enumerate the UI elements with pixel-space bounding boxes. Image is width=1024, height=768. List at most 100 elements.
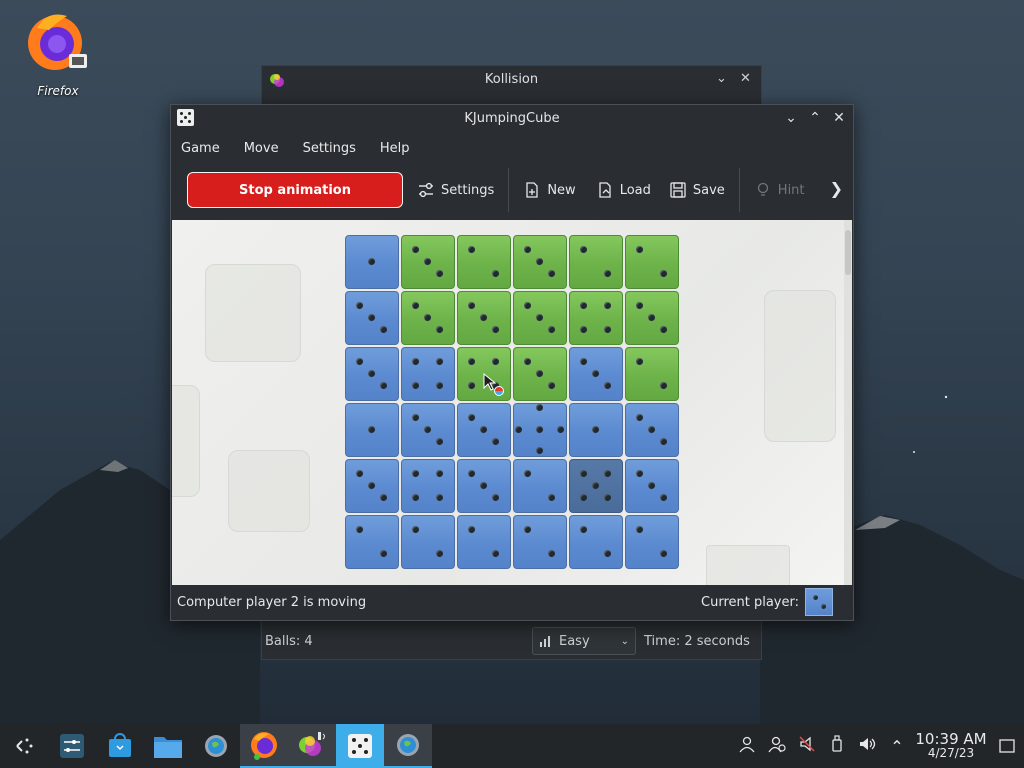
menu-settings[interactable]: Settings: [303, 141, 366, 156]
kjumpingcube-task-icon[interactable]: [336, 724, 384, 768]
current-player-label: Current player:: [701, 594, 799, 610]
cube-r4-c6[interactable]: [625, 403, 679, 457]
pip: [367, 425, 375, 433]
cube-r2-c6[interactable]: [625, 291, 679, 345]
cube-r1-c2[interactable]: [401, 235, 455, 289]
new-button[interactable]: New: [523, 172, 576, 208]
globe-settings-task-icon[interactable]: [384, 724, 432, 768]
scrollbar-thumb[interactable]: [845, 230, 851, 275]
cube-r6-c6[interactable]: [625, 515, 679, 569]
cube-r6-c1[interactable]: [345, 515, 399, 569]
cube-r3-c5[interactable]: [569, 347, 623, 401]
cube-r1-c6[interactable]: [625, 235, 679, 289]
close-icon[interactable]: ✕: [829, 108, 849, 128]
cube-r3-c4[interactable]: [513, 347, 567, 401]
busy-cursor-icon: [483, 372, 504, 396]
show-desktop-icon[interactable]: [990, 739, 1024, 753]
cube-r2-c3[interactable]: [457, 291, 511, 345]
difficulty-select[interactable]: Easy ⌄: [532, 627, 636, 655]
cube-r6-c3[interactable]: [457, 515, 511, 569]
user-icon[interactable]: [732, 735, 762, 757]
close-icon[interactable]: ✕: [740, 71, 751, 86]
cube-r5-c5[interactable]: [569, 459, 623, 513]
pip: [635, 525, 643, 533]
toolbar-separator: [508, 168, 510, 212]
cube-r4-c5[interactable]: [569, 403, 623, 457]
chevron-right-icon[interactable]: ❯: [830, 179, 843, 198]
pip: [479, 313, 487, 321]
pip: [379, 493, 387, 501]
discover-store-icon[interactable]: [96, 724, 144, 768]
stop-animation-button[interactable]: Stop animation: [187, 172, 403, 208]
cube-r6-c4[interactable]: [513, 515, 567, 569]
pip: [491, 549, 499, 557]
cube-r2-c1[interactable]: [345, 291, 399, 345]
game-board[interactable]: [172, 220, 852, 585]
pip: [367, 257, 375, 265]
cube-r4-c3[interactable]: [457, 403, 511, 457]
menu-help[interactable]: Help: [380, 141, 420, 156]
cube-r4-c2[interactable]: [401, 403, 455, 457]
cube-r4-c1[interactable]: [345, 403, 399, 457]
cube-r6-c2[interactable]: [401, 515, 455, 569]
cube-r3-c2[interactable]: [401, 347, 455, 401]
kollision-titlebar[interactable]: Kollision ⌄ ✕: [262, 66, 761, 92]
cube-r5-c3[interactable]: [457, 459, 511, 513]
cube-r5-c6[interactable]: [625, 459, 679, 513]
pip: [479, 425, 487, 433]
chevron-up-icon[interactable]: ⌃: [882, 737, 912, 756]
pip: [411, 413, 419, 421]
pip: [603, 469, 611, 477]
cube-r5-c4[interactable]: [513, 459, 567, 513]
system-settings-icon[interactable]: [48, 724, 96, 768]
cube-r6-c5[interactable]: [569, 515, 623, 569]
pip: [635, 413, 643, 421]
pip: [535, 257, 543, 265]
pip: [591, 369, 599, 377]
window-titlebar[interactable]: KJumpingCube ⌄ ⌃ ✕: [171, 105, 853, 131]
settings-button[interactable]: Settings: [417, 172, 494, 208]
vertical-scrollbar[interactable]: [844, 220, 852, 585]
microphone-muted-icon[interactable]: [792, 735, 822, 757]
firefox-task-icon[interactable]: [240, 724, 288, 768]
pip: [813, 595, 818, 600]
menu-move[interactable]: Move: [244, 141, 289, 156]
pip: [379, 325, 387, 333]
app-launcher-icon[interactable]: [0, 724, 48, 768]
globe-settings-icon[interactable]: [192, 724, 240, 768]
firefox-icon: [28, 14, 87, 70]
cube-r2-c4[interactable]: [513, 291, 567, 345]
cube-r2-c2[interactable]: [401, 291, 455, 345]
maximize-icon[interactable]: ⌃: [805, 108, 825, 128]
minimize-icon[interactable]: ⌄: [716, 71, 727, 86]
load-button[interactable]: Load: [596, 172, 651, 208]
cube-r1-c1[interactable]: [345, 235, 399, 289]
kjumpingcube-window[interactable]: KJumpingCube ⌄ ⌃ ✕ Game Move Settings He…: [170, 104, 854, 621]
pip: [659, 549, 667, 557]
cube-r1-c5[interactable]: [569, 235, 623, 289]
toolbar-separator: [738, 168, 740, 212]
volume-icon[interactable]: [852, 735, 882, 757]
kollision-task-icon[interactable]: [288, 724, 336, 768]
pip: [647, 425, 655, 433]
clock[interactable]: 10:39 AM 4/27/23: [912, 732, 990, 761]
save-button[interactable]: Save: [669, 172, 725, 208]
pip: [411, 469, 419, 477]
minimize-icon[interactable]: ⌄: [781, 108, 801, 128]
user-switch-icon[interactable]: [762, 735, 792, 757]
dolphin-files-icon[interactable]: [144, 724, 192, 768]
cube-r2-c5[interactable]: [569, 291, 623, 345]
cube-r3-c6[interactable]: [625, 347, 679, 401]
cube-r5-c1[interactable]: [345, 459, 399, 513]
cube-r4-c4[interactable]: [513, 403, 567, 457]
new-label: New: [547, 182, 576, 198]
cube-r3-c1[interactable]: [345, 347, 399, 401]
cube-r5-c2[interactable]: [401, 459, 455, 513]
hint-button[interactable]: Hint: [754, 172, 805, 208]
cube-r1-c4[interactable]: [513, 235, 567, 289]
cube-r1-c3[interactable]: [457, 235, 511, 289]
save-label: Save: [692, 182, 725, 198]
menu-game[interactable]: Game: [181, 141, 230, 156]
firefox-desktop-icon[interactable]: Firefox: [22, 8, 94, 98]
usb-device-icon[interactable]: [822, 735, 852, 757]
